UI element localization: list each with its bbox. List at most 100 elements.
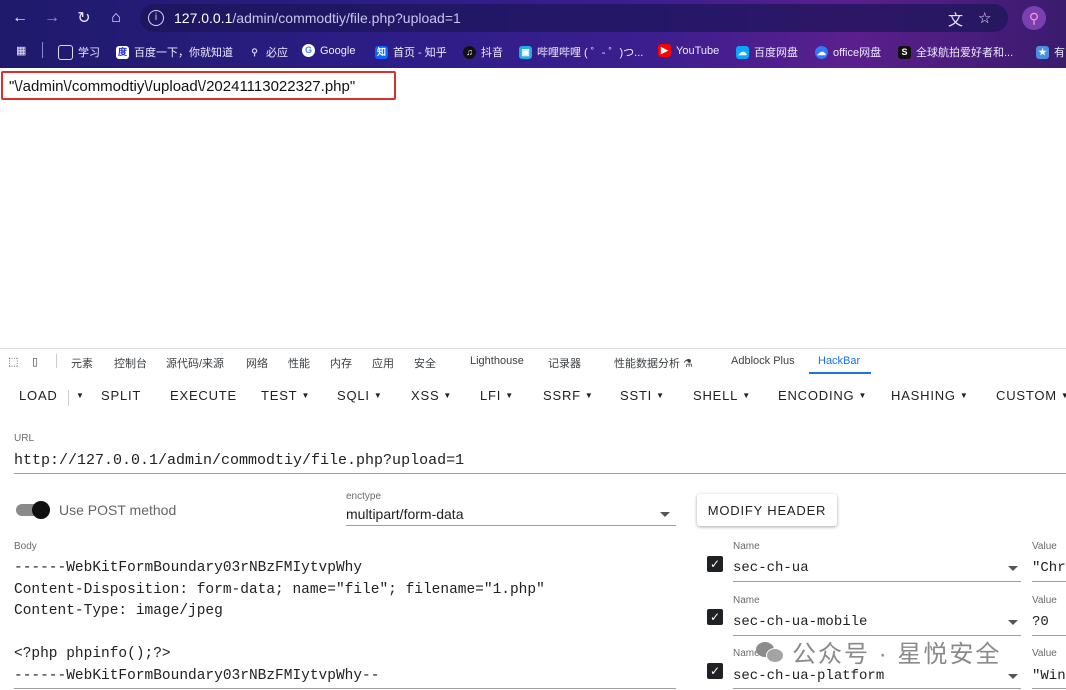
address-bar[interactable]: i 127.0.0.1/admin/commodtiy/file.php?upl… — [140, 4, 1008, 32]
chevron-down-icon: ▼ — [742, 391, 751, 400]
test-menu[interactable]: TEST ▼ — [261, 388, 310, 403]
hashing-label: HASHING — [891, 388, 956, 403]
bookmark-label: 抖音 — [481, 47, 503, 59]
devtools-tabbar: ⬚ ▯ 元素 控制台 源代码/来源 网络 性能 内存 应用 安全 Lightho… — [0, 348, 1066, 375]
sqli-label: SQLI — [337, 388, 370, 403]
load-button[interactable]: LOAD — [19, 388, 58, 403]
tab-memory[interactable]: 内存 — [330, 355, 352, 371]
shell-menu[interactable]: SHELL ▼ — [693, 388, 751, 403]
bookmark-0[interactable]: 学习 — [58, 44, 100, 60]
body-underline — [14, 688, 676, 689]
lfi-menu[interactable]: LFI ▼ — [480, 388, 514, 403]
bookmark-8[interactable]: ☁ 百度网盘 — [736, 44, 798, 60]
inspect-element-icon[interactable]: ⬚ — [8, 355, 18, 368]
bookmark-label: 全球航拍爱好者和... — [916, 47, 1014, 59]
body-textarea[interactable]: ------WebKitFormBoundary03rNBzFMIytvpWhy… — [14, 558, 674, 687]
back-icon[interactable]: ← — [8, 6, 32, 30]
bookmark-3[interactable]: G Google — [302, 44, 355, 57]
tab-performance-insights[interactable]: 性能数据分析 ⚗ — [614, 355, 693, 371]
modify-header-button[interactable]: MODIFY HEADER — [697, 494, 837, 526]
office-icon: ☁ — [815, 45, 828, 59]
enctype-select[interactable]: multipart/form-data — [346, 506, 463, 522]
chevron-down-icon: ▼ — [301, 391, 311, 400]
xss-menu[interactable]: XSS ▼ — [411, 388, 452, 403]
url-field[interactable]: http://127.0.0.1/admin/commodtiy/file.ph… — [14, 452, 464, 469]
translate-icon[interactable]: 文 — [948, 9, 963, 30]
apps-grid-icon[interactable]: ▦ — [16, 44, 26, 57]
header-value-field[interactable]: "Win — [1032, 668, 1066, 684]
device-toolbar-icon[interactable]: ▯ — [32, 355, 38, 368]
response-text: "\/admin\/commodtiy\/upload\/20241113022… — [9, 78, 356, 95]
tab-sources[interactable]: 源代码/来源 — [166, 355, 224, 371]
home-icon[interactable]: ⌂ — [104, 6, 128, 30]
tab-network[interactable]: 网络 — [246, 355, 268, 371]
header-value-field[interactable]: ?0 — [1032, 614, 1049, 630]
header-name-field[interactable]: sec-ch-ua — [733, 560, 809, 576]
ssti-menu[interactable]: SSTI ▼ — [620, 388, 665, 403]
header-name-underline — [733, 688, 1021, 689]
reload-icon[interactable]: ↻ — [72, 6, 96, 30]
header-value-label: Value — [1032, 595, 1057, 606]
chevron-down-icon[interactable] — [660, 512, 670, 517]
chevron-down-icon: ▼ — [959, 391, 969, 400]
address-url[interactable]: 127.0.0.1/admin/commodtiy/file.php?uploa… — [174, 10, 461, 26]
forward-icon[interactable]: → — [40, 6, 64, 30]
header-name-field[interactable]: sec-ch-ua-mobile — [733, 614, 867, 630]
chevron-down-icon: ▼ — [858, 391, 868, 400]
post-method-toggle-knob[interactable] — [32, 501, 50, 519]
custom-menu[interactable]: CUSTOM ▼ — [996, 388, 1066, 403]
bookmark-2[interactable]: ⚲ 必应 — [248, 44, 288, 60]
tab-hackbar[interactable]: HackBar — [818, 355, 860, 367]
bookmark-label: office网盘 — [833, 47, 882, 59]
tab-lighthouse[interactable]: Lighthouse — [470, 355, 524, 367]
ssrf-menu[interactable]: SSRF ▼ — [543, 388, 594, 403]
bookmark-11[interactable]: ★ 有 — [1036, 44, 1065, 60]
load-dropdown-icon[interactable]: ▼ — [72, 388, 85, 403]
post-method-label: Use POST method — [59, 502, 177, 518]
bookmark-label: Google — [320, 44, 356, 57]
bookmark-9[interactable]: ☁ office网盘 — [815, 44, 881, 60]
bookmark-7[interactable]: ▶ YouTube — [658, 44, 719, 57]
bookmarks-divider — [42, 42, 43, 58]
tab-recorder[interactable]: 记录器 — [548, 355, 581, 371]
bookmark-1[interactable]: 度百度一下，你就知道 — [116, 44, 233, 60]
site-info-icon[interactable]: i — [148, 10, 164, 26]
bookmark-6[interactable]: ▣ 哔哩哔哩 ( ゜- ゜)つ... — [519, 44, 643, 60]
sqli-menu[interactable]: SQLI ▼ — [337, 388, 383, 403]
star-icon[interactable]: ☆ — [978, 9, 991, 27]
tab-performance[interactable]: 性能 — [288, 355, 310, 371]
chevron-down-icon[interactable] — [1008, 566, 1018, 571]
execute-button[interactable]: EXECUTE — [170, 388, 237, 403]
chevron-down-icon: ▼ — [1060, 391, 1066, 400]
bookmark-5[interactable]: ♫ 抖音 — [463, 44, 503, 60]
xss-label: XSS — [411, 388, 440, 403]
header-name-label: Name — [733, 595, 760, 606]
tab-elements[interactable]: 元素 — [71, 355, 93, 371]
chevron-down-icon[interactable] — [1008, 674, 1018, 679]
tab-adblock-plus[interactable]: Adblock Plus — [731, 355, 795, 367]
encoding-menu[interactable]: ENCODING ▼ — [778, 388, 867, 403]
chevron-down-icon: ▼ — [443, 391, 453, 400]
hashing-menu[interactable]: HASHING ▼ — [891, 388, 969, 403]
chevron-down-icon: ▼ — [505, 391, 514, 400]
extension-icon[interactable]: ⚲ — [1022, 6, 1046, 30]
bookmark-label: 首页 - 知乎 — [393, 47, 447, 59]
header-value-field[interactable]: "Chr — [1032, 560, 1066, 576]
header-value-underline — [1032, 635, 1066, 636]
tab-console[interactable]: 控制台 — [114, 355, 147, 371]
ssrf-label: SSRF — [543, 388, 581, 403]
tab-security[interactable]: 安全 — [414, 355, 436, 371]
header-checkbox[interactable]: ✓ — [707, 663, 723, 679]
bookmark-10[interactable]: S 全球航拍爱好者和... — [898, 44, 1013, 60]
tab-application[interactable]: 应用 — [372, 355, 394, 371]
baidu-pan-icon: ☁ — [736, 45, 749, 59]
split-button[interactable]: SPLIT — [101, 388, 141, 403]
header-checkbox[interactable]: ✓ — [707, 609, 723, 625]
chevron-down-icon[interactable] — [1008, 620, 1018, 625]
bookmark-label: 必应 — [266, 47, 288, 59]
header-checkbox[interactable]: ✓ — [707, 556, 723, 572]
lfi-label: LFI — [480, 388, 502, 403]
bookmark-label: 哔哩哔哩 ( ゜- ゜)つ... — [537, 47, 644, 59]
header-name-field[interactable]: sec-ch-ua-platform — [733, 668, 884, 684]
bookmark-4[interactable]: 知首页 - 知乎 — [375, 44, 447, 60]
